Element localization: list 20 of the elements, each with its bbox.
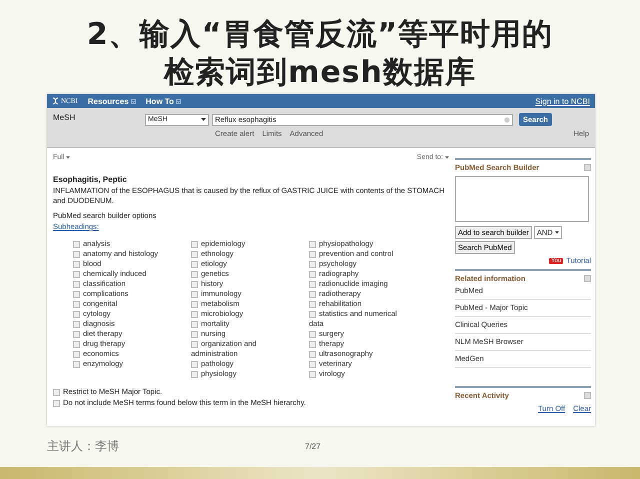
caret-icon <box>66 156 70 159</box>
search-builder-textarea[interactable] <box>455 176 589 222</box>
collapse-icon[interactable] <box>584 275 591 282</box>
database-label: MeSH <box>53 113 76 124</box>
caret-icon <box>554 231 559 234</box>
collapse-icon[interactable] <box>584 392 591 399</box>
slide-title: 检索词到mesh数据库 <box>162 54 477 92</box>
slide-title: 2、输入“胃食管反流”等平时用的 <box>86 16 554 54</box>
menu-link[interactable]: How To <box>146 96 181 106</box>
menu-link[interactable]: Resources <box>88 96 136 106</box>
speaker-name: 主讲人：李博 <box>47 438 119 455</box>
collapse-icon[interactable] <box>584 164 591 171</box>
caret-icon <box>201 118 206 121</box>
clear-icon[interactable] <box>504 116 510 122</box>
dropdown-icon <box>176 98 181 104</box>
dropdown-icon <box>130 98 136 104</box>
page-number: 7/27 <box>305 442 321 451</box>
sign-in-link[interactable]: Sign in to NCBI <box>535 96 590 106</box>
term-title: Esophagitis, Peptic <box>53 175 128 184</box>
caret-icon <box>445 156 449 159</box>
